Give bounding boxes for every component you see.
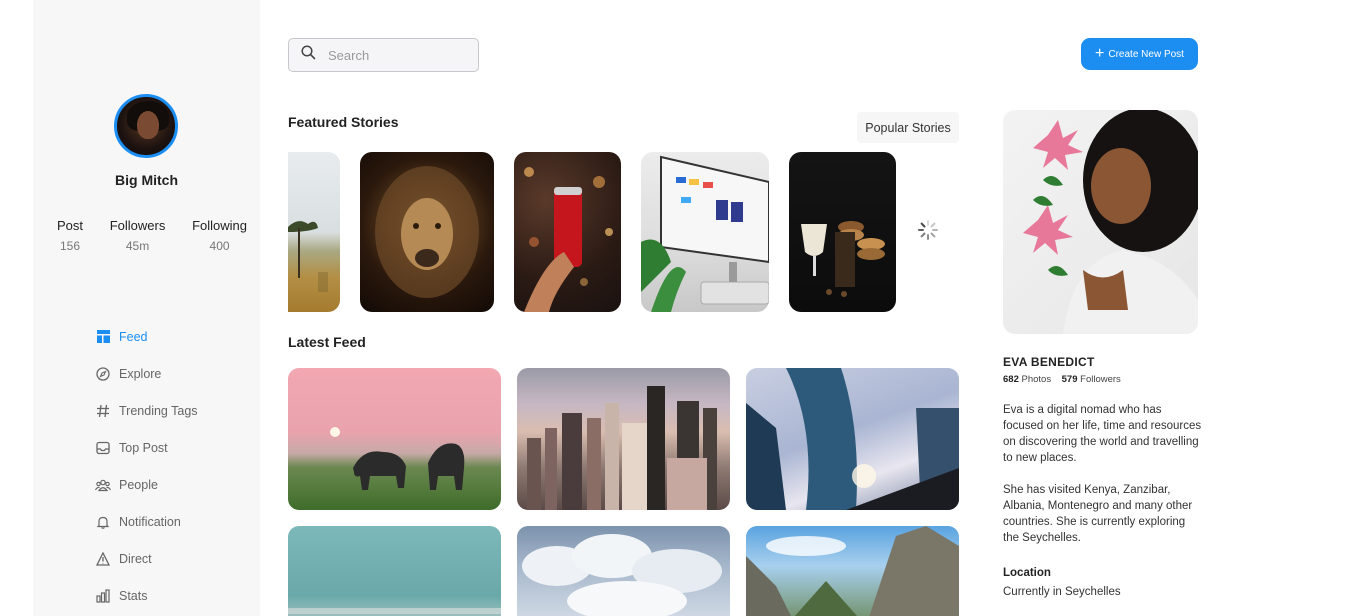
feed-card[interactable] (517, 526, 730, 616)
stat-label: Followers (109, 218, 166, 233)
story-card[interactable] (789, 152, 896, 312)
stat-value: 400 (209, 239, 230, 253)
stat-post: Post 156 (57, 218, 83, 253)
photos-label: Photos (1021, 374, 1052, 385)
sidebar-item-label: Explore (119, 366, 162, 381)
app-page: Big Mitch Post 156 Followers 45m Followi… (0, 0, 1356, 616)
hash-icon (95, 403, 111, 419)
people-icon (95, 477, 111, 493)
stat-label: Following (192, 218, 247, 233)
search-icon (301, 45, 316, 65)
compass-icon (95, 366, 111, 382)
profile-stats: Post 156 Followers 45m Following 400 (57, 218, 247, 253)
stat-label: Post (57, 218, 84, 233)
sidebar-nav: Feed Explore Trending Tags Top Post Peop… (95, 318, 198, 614)
bio-paragraph: Eva is a digital nomad who has focused o… (1003, 404, 1202, 464)
story-card[interactable] (641, 152, 769, 312)
featured-stories-title: Featured Stories (288, 114, 399, 130)
featured-profile-meta: 682 Photos 579 Followers (1003, 374, 1121, 385)
latest-feed-title: Latest Feed (288, 334, 366, 350)
layout-icon (95, 329, 111, 345)
create-new-post-label: Create New Post (1108, 48, 1184, 60)
story-card[interactable] (514, 152, 621, 312)
feed-card[interactable] (288, 368, 501, 510)
story-image (801, 221, 885, 297)
sidebar: Big Mitch Post 156 Followers 45m Followi… (33, 0, 260, 616)
story-image (641, 155, 769, 312)
followers-count: 579 (1061, 374, 1078, 385)
feed-card[interactable] (517, 368, 730, 510)
bar-chart-icon (95, 588, 111, 604)
send-icon (95, 551, 111, 567)
search-input[interactable] (328, 47, 458, 63)
sidebar-item-label: Trending Tags (119, 403, 198, 418)
feed-card[interactable] (288, 526, 501, 616)
popular-stories-button[interactable]: Popular Stories (857, 112, 959, 143)
stat-following: Following 400 (192, 218, 247, 253)
feed-image (746, 526, 959, 616)
sidebar-item-label: Feed (119, 329, 148, 344)
sidebar-item-people[interactable]: People (95, 466, 198, 503)
bell-icon (95, 514, 111, 530)
location-value: Currently in Seychelles (1003, 586, 1121, 598)
profile-name: Big Mitch (115, 172, 178, 188)
stat-value: 156 (59, 239, 81, 253)
sidebar-item-notification[interactable]: Notification (95, 503, 198, 540)
story-image (375, 166, 479, 298)
feed-image (527, 386, 717, 510)
sidebar-item-stats[interactable]: Stats (95, 577, 198, 614)
sidebar-item-explore[interactable]: Explore (95, 355, 198, 392)
bio-paragraph: She has visited Kenya, Zanzibar, Albania… (1003, 484, 1193, 544)
plus-icon: + (1095, 44, 1105, 62)
feed-image (522, 534, 722, 616)
sidebar-item-label: People (119, 477, 158, 492)
sidebar-item-label: Top Post (119, 440, 168, 455)
sidebar-item-label: Stats (119, 588, 148, 603)
sidebar-item-trending-tags[interactable]: Trending Tags (95, 392, 198, 429)
feed-card[interactable] (746, 526, 959, 616)
feed-image (746, 368, 959, 510)
feed-card[interactable] (746, 368, 959, 510)
inbox-icon (95, 440, 111, 456)
story-image (524, 167, 613, 312)
featured-profile-photo[interactable] (1003, 110, 1198, 334)
story-card[interactable] (360, 152, 494, 312)
followers-label: Followers (1080, 374, 1121, 385)
sidebar-item-top-post[interactable]: Top Post (95, 429, 198, 466)
featured-profile-name: EVA BENEDICT (1003, 355, 1095, 369)
featured-profile-bio: Eva is a digital nomad who has focused o… (1003, 402, 1203, 562)
search-box[interactable] (288, 38, 479, 72)
create-new-post-button[interactable]: + Create New Post (1081, 38, 1198, 70)
sidebar-item-label: Notification (119, 514, 181, 529)
stat-value: 45m (125, 239, 150, 253)
sidebar-item-feed[interactable]: Feed (95, 318, 198, 355)
avatar[interactable] (114, 94, 178, 158)
feed-image (330, 427, 465, 490)
story-image (288, 221, 328, 292)
sidebar-item-label: Direct (119, 551, 152, 566)
story-card[interactable] (288, 152, 340, 312)
loading-spinner-icon (917, 219, 939, 241)
sidebar-item-direct[interactable]: Direct (95, 540, 198, 577)
photos-count: 682 (1003, 374, 1019, 385)
location-heading: Location (1003, 567, 1051, 579)
stat-followers: Followers 45m (110, 218, 166, 253)
feed-image (288, 608, 501, 614)
